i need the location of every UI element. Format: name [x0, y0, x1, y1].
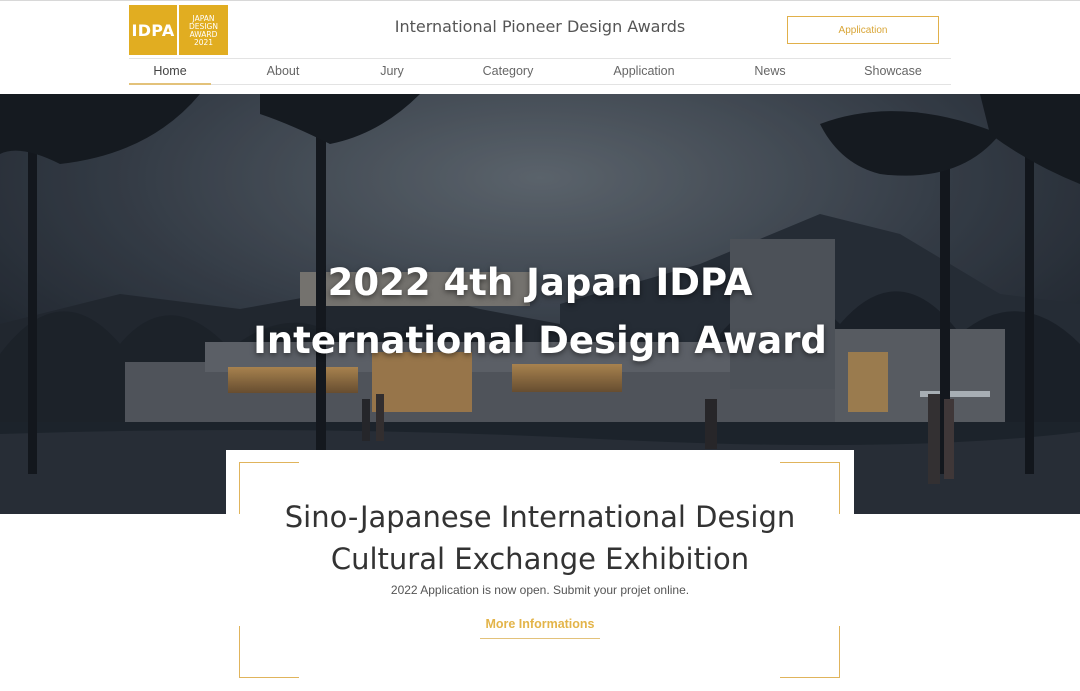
more-informations-link[interactable]: More Informations [480, 617, 600, 639]
logo-line: 2021 [193, 37, 214, 47]
idpa-logo[interactable]: IDPA JAPAN DESIGN AWARD 2021 [129, 5, 228, 55]
card-heading: Sino-Japanese International Design Cultu… [226, 496, 854, 580]
nav-item-showcase[interactable]: Showcase [851, 59, 935, 85]
nav-item-category[interactable]: Category [465, 59, 551, 85]
nav-item-about[interactable]: About [246, 59, 320, 85]
main-nav: Home About Jury Category Application New… [129, 58, 951, 85]
nav-item-news[interactable]: News [737, 59, 803, 85]
frame-corner [239, 626, 299, 678]
nav-item-jury[interactable]: Jury [357, 59, 427, 85]
logo-short: IDPA [131, 20, 175, 40]
site-header: IDPA JAPAN DESIGN AWARD 2021 Internation… [0, 1, 1080, 94]
card-heading-line: Sino-Japanese International Design [284, 500, 796, 534]
site-title: International Pioneer Design Awards [394, 17, 686, 36]
card-subtitle: 2022 Application is now open. Submit you… [390, 583, 690, 597]
nav-item-home[interactable]: Home [129, 59, 211, 85]
card-heading-line: Cultural Exchange Exhibition [330, 542, 750, 576]
hero-title: 2022 4th Japan IDPA International Design… [140, 254, 940, 370]
hero-title-line: International Design Award [253, 319, 827, 362]
hero-title-line: 2022 4th Japan IDPA [327, 261, 753, 304]
nav-item-application[interactable]: Application [599, 59, 689, 85]
frame-corner [780, 626, 840, 678]
application-button[interactable]: Application [787, 16, 939, 44]
logo-text: JAPAN DESIGN AWARD 2021 [179, 5, 228, 55]
